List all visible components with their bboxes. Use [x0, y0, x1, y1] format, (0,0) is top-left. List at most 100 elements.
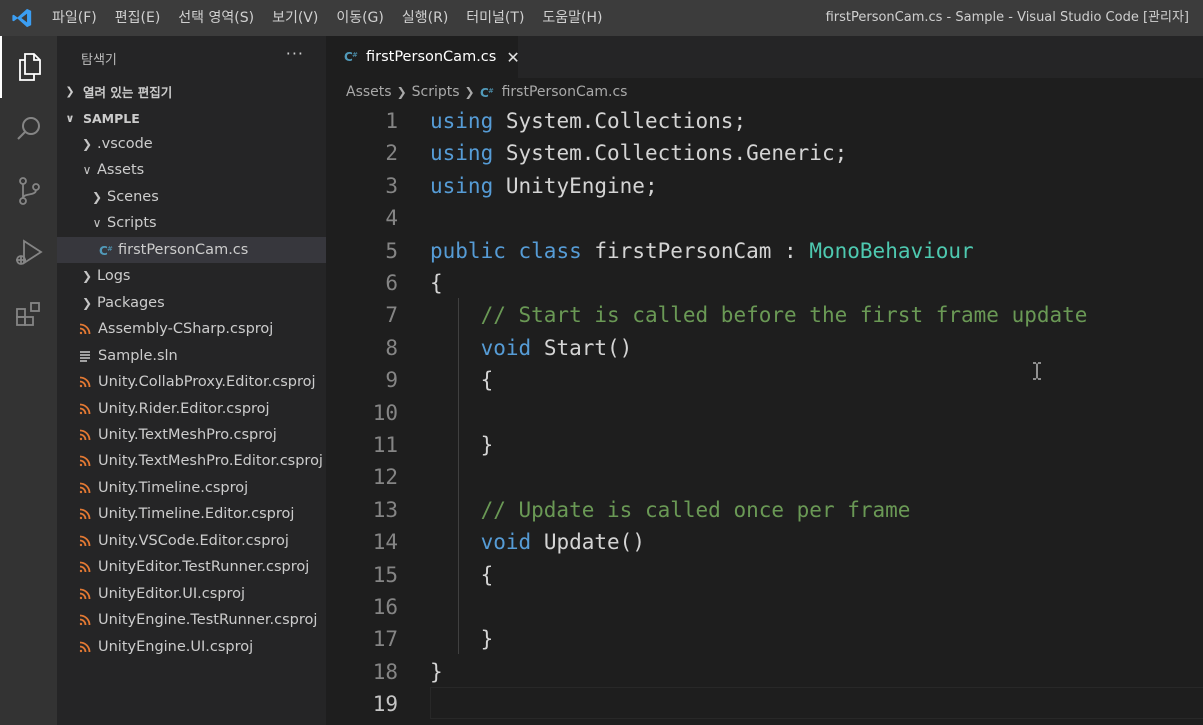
- code-line: 19: [326, 688, 1203, 720]
- menu-item[interactable]: 실행(R): [393, 0, 457, 36]
- line-number: 17: [372, 627, 398, 651]
- tree-file[interactable]: Sample.sln: [57, 343, 326, 369]
- tree-file[interactable]: UnityEngine.TestRunner.csproj: [57, 607, 326, 633]
- tree-file[interactable]: UnityEditor.UI.csproj: [57, 581, 326, 607]
- rss-icon: [79, 403, 97, 415]
- tree-folder[interactable]: ❯ .vscode: [57, 131, 326, 157]
- activity-bar: [0, 36, 57, 725]
- source-control-icon[interactable]: [0, 160, 57, 222]
- tree-item-label: Unity.TextMeshPro.csproj: [98, 427, 277, 443]
- code-line: 18}: [326, 656, 1203, 688]
- code-text: public class firstPersonCam : MonoBehavi…: [430, 239, 974, 263]
- tree-file[interactable]: Unity.Timeline.Editor.csproj: [57, 501, 326, 527]
- code-text: void Update(): [480, 530, 645, 554]
- rss-icon: [79, 588, 97, 600]
- code-text: void Start(): [480, 336, 633, 360]
- tree-item-label: Scenes: [107, 189, 159, 205]
- chevron-down-icon: ∨: [65, 111, 75, 125]
- menu-item[interactable]: 선택 영역(S): [169, 0, 263, 36]
- extensions-icon[interactable]: [0, 284, 57, 346]
- open-editors-section[interactable]: ❯ 열려 있는 편집기: [57, 78, 326, 104]
- code-line: 7 // Start is called before the first fr…: [326, 299, 1203, 331]
- line-number: 2: [385, 141, 398, 165]
- line-number: 4: [385, 206, 398, 230]
- tree-folder[interactable]: ∨ Scripts: [57, 210, 326, 236]
- breadcrumb-item-file[interactable]: firstPersonCam.cs: [502, 84, 628, 100]
- code-line: 3 using UnityEngine;: [326, 170, 1203, 202]
- code-line: 2 using System.Collections.Generic;: [326, 137, 1203, 169]
- tree-file[interactable]: UnityEngine.UI.csproj: [57, 634, 326, 660]
- lines-icon: [79, 350, 97, 362]
- text-cursor-icon: [1031, 362, 1043, 380]
- tree-file[interactable]: Unity.Rider.Editor.csproj: [57, 396, 326, 422]
- line-number: 16: [372, 595, 398, 619]
- rss-icon: [79, 323, 97, 335]
- breadcrumb-item-scripts[interactable]: Scripts: [412, 84, 460, 100]
- line-number: 14: [372, 530, 398, 554]
- tree-folder[interactable]: ❯ Logs: [57, 263, 326, 289]
- line-number: 5: [385, 239, 398, 263]
- open-editors-label: 열려 있는 편집기: [83, 84, 173, 100]
- tree-item-label: firstPersonCam.cs: [118, 242, 249, 258]
- line-number: 19: [372, 692, 398, 716]
- code-line: 17 }: [326, 623, 1203, 655]
- rss-icon: [79, 561, 97, 573]
- menu-item[interactable]: 보기(V): [263, 0, 327, 36]
- menu-item[interactable]: 이동(G): [327, 0, 393, 36]
- menu-bar: 파일(F) 편집(E) 선택 영역(S) 보기(V) 이동(G) 실행(R) 터미널(T) 도…: [44, 0, 612, 36]
- code-line: 16: [326, 591, 1203, 623]
- close-icon[interactable]: ✕: [506, 48, 519, 67]
- tree-folder[interactable]: ❯ Packages: [57, 290, 326, 316]
- explorer-icon[interactable]: [0, 36, 57, 98]
- tree-item-label: Unity.Rider.Editor.csproj: [98, 401, 270, 417]
- menu-item[interactable]: 도움말(H): [533, 0, 611, 36]
- line-number: 15: [372, 563, 398, 587]
- menu-item[interactable]: 터미널(T): [457, 0, 533, 36]
- code-text: }: [430, 660, 443, 684]
- code-line: 11 }: [326, 429, 1203, 461]
- menu-item[interactable]: 파일(F): [44, 0, 106, 36]
- workspace-folder-label: SAMPLE: [83, 110, 140, 126]
- menu-item[interactable]: 편집(E): [106, 0, 170, 36]
- chevron-right-icon: ❯: [65, 84, 75, 98]
- title-bar: 파일(F) 편집(E) 선택 영역(S) 보기(V) 이동(G) 실행(R) 터미널(T) 도…: [0, 0, 1203, 36]
- tree-file[interactable]: Unity.TextMeshPro.Editor.csproj: [57, 448, 326, 474]
- search-icon[interactable]: [0, 98, 57, 160]
- tree-file[interactable]: Unity.Timeline.csproj: [57, 475, 326, 501]
- tree-folder[interactable]: ❯ Scenes: [57, 184, 326, 210]
- code-line: 9 {: [326, 364, 1203, 396]
- run-debug-icon[interactable]: [0, 222, 57, 284]
- code-editor[interactable]: 1 using System.Collections; 2 using System.…: [326, 104, 1203, 725]
- tree-item-label: Logs: [97, 268, 131, 284]
- tree-item-label: Assets: [97, 162, 145, 178]
- sidebar-header: 탐색기 ···: [57, 36, 326, 78]
- code-text: }: [430, 433, 494, 457]
- code-line: 15 {: [326, 559, 1203, 591]
- tab-firstpersoncam[interactable]: C # firstPersonCam.cs ✕: [326, 36, 520, 78]
- chevron-down-icon: ∨: [82, 163, 92, 177]
- chevron-right-icon: ❯: [396, 85, 407, 99]
- line-number: 6: [385, 271, 398, 295]
- code-text: using System.Collections;: [430, 109, 747, 133]
- tree-file[interactable]: UnityEditor.TestRunner.csproj: [57, 554, 326, 580]
- tree-file[interactable]: Unity.TextMeshPro.csproj: [57, 422, 326, 448]
- sidebar-title: 탐색기: [81, 53, 117, 68]
- tree-file[interactable]: Assembly-CSharp.csproj: [57, 316, 326, 342]
- line-number: 8: [385, 336, 398, 360]
- tree-file[interactable]: C # firstPersonCam.cs: [57, 237, 326, 263]
- more-actions-icon[interactable]: ···: [286, 44, 304, 63]
- tree-item-label: Unity.Timeline.Editor.csproj: [98, 506, 295, 522]
- breadcrumb-item-assets[interactable]: Assets: [346, 84, 392, 100]
- code-text: {: [430, 563, 494, 587]
- tree-file[interactable]: Unity.CollabProxy.Editor.csproj: [57, 369, 326, 395]
- code-text: }: [430, 627, 494, 651]
- tree-item-label: UnityEditor.UI.csproj: [98, 586, 246, 602]
- tree-item-label: Unity.CollabProxy.Editor.csproj: [98, 374, 316, 390]
- workspace-folder-section[interactable]: ∨ SAMPLE: [57, 105, 326, 131]
- tree-file[interactable]: Unity.VSCode.Editor.csproj: [57, 528, 326, 554]
- tree-folder[interactable]: ∨ Assets: [57, 157, 326, 183]
- rss-icon: [79, 641, 97, 653]
- rss-icon: [79, 455, 97, 467]
- csharp-file-icon: C #: [344, 48, 360, 67]
- code-line: 4: [326, 202, 1203, 234]
